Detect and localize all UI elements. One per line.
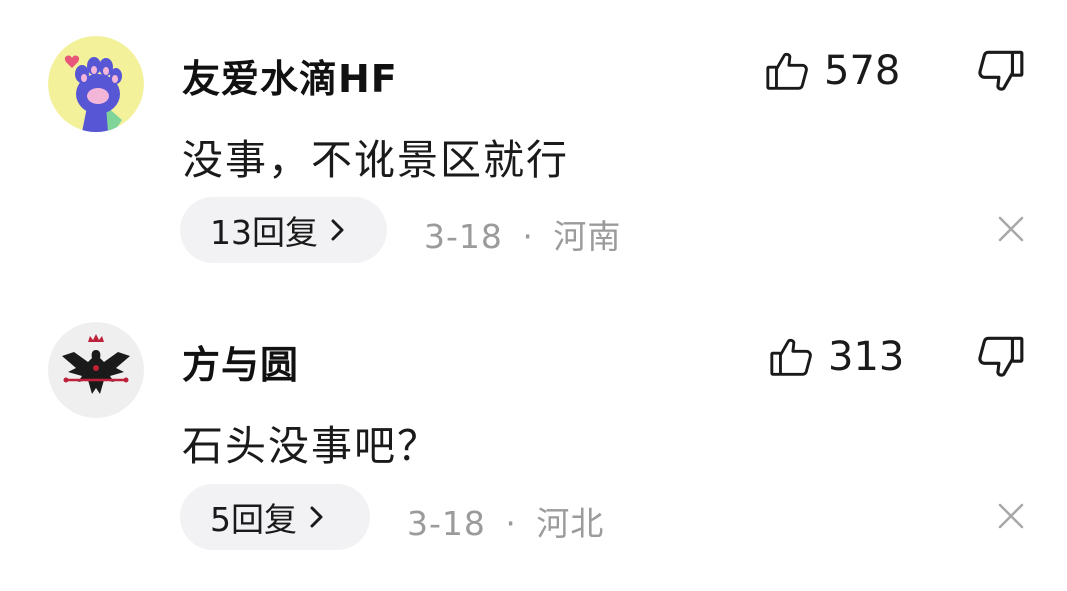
replies-button[interactable]: 5回复: [180, 484, 370, 550]
close-button[interactable]: [996, 501, 1026, 531]
thumbs-up-icon: [770, 338, 812, 376]
user-avatar[interactable]: [48, 322, 144, 418]
close-icon: [998, 503, 1024, 529]
meta-separator: ·: [505, 504, 517, 543]
replies-label: 5回复: [210, 500, 297, 539]
chevron-right-icon: [310, 506, 323, 528]
dislike-button[interactable]: [976, 332, 1026, 382]
like-count: 313: [828, 334, 905, 380]
eagle-crest-avatar-icon: [48, 322, 144, 418]
comment-location: 河北: [536, 504, 605, 543]
like-button[interactable]: 313: [768, 334, 904, 380]
thumbs-down-icon: [978, 336, 1024, 377]
comment-text: 石头没事吧？: [182, 422, 440, 470]
comment-meta: 3-18 · 河北: [407, 497, 604, 545]
comment-date: 3-18: [407, 504, 486, 543]
comment-item: 方与圆 石头没事吧？ 313 5回复 3-18 · 河北: [0, 0, 1067, 550]
username[interactable]: 方与圆: [182, 334, 299, 389]
